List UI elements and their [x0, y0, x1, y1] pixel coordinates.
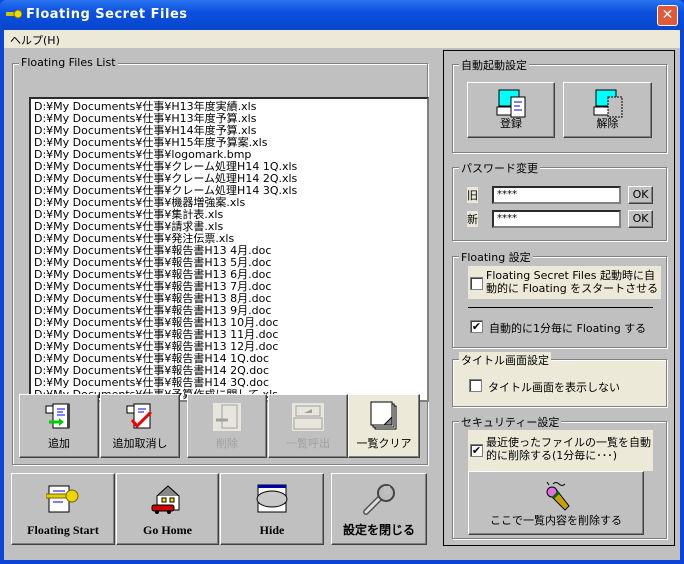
key-icon: [6, 9, 22, 19]
files-group: Floating Files List D:¥My Documents¥仕事¥H…: [12, 56, 429, 465]
list-clear-label: 一覧クリア: [356, 437, 412, 450]
pencil-eraser-icon: [546, 481, 570, 511]
new-password-field[interactable]: ****: [492, 210, 621, 228]
remove-file-icon: [213, 403, 241, 431]
unregister-button[interactable]: 解除: [563, 82, 652, 138]
file-key-icon: [46, 485, 79, 513]
start-on-launch-option[interactable]: Floating Secret Files 起動時に自動的に Floating …: [468, 266, 661, 299]
title-bar: Floating Secret Files ✕: [0, 0, 684, 30]
auto-delete-option[interactable]: ✔ 最近使ったファイルの一覧を自動的に削除する(1分毎に･･･): [468, 430, 653, 471]
window-title: Floating Secret Files: [26, 7, 188, 22]
new-password-ok-button[interactable]: OK: [628, 210, 653, 228]
hide-button[interactable]: Hide: [220, 473, 324, 545]
password-group: パスワード変更 旧 **** OK 新 **** OK: [452, 160, 667, 241]
auto-delete-checkbox[interactable]: ✔: [470, 444, 483, 457]
list-clear-button[interactable]: 一覧クリア: [348, 394, 420, 458]
password-group-label: パスワード変更: [459, 160, 540, 176]
hide-title-label: タイトル画面を表示しない: [488, 381, 620, 394]
list-call-label: 一覧呼出: [286, 437, 330, 450]
floating-start-label: Floating Start: [27, 523, 99, 537]
hide-title-checkbox[interactable]: [469, 379, 482, 392]
every-minute-checkbox[interactable]: ✔: [470, 320, 483, 333]
list-call-button[interactable]: 一覧呼出: [268, 394, 348, 458]
close-button[interactable]: ✕: [657, 5, 678, 26]
floating-group-label: Floating 設定: [459, 249, 533, 265]
menu-bar: ヘルプ(H): [4, 30, 680, 48]
menu-help[interactable]: ヘルプ(H): [10, 32, 60, 48]
security-group-label: セキュリティー設定: [459, 414, 562, 430]
autostart-group-label: 自動起動設定: [459, 57, 529, 73]
title-screen-group-label: タイトル画面設定: [459, 352, 551, 368]
client-area: Floating Files List D:¥My Documents¥仕事¥H…: [4, 48, 680, 560]
cloud-window-icon: [256, 484, 288, 513]
floating-group: Floating 設定 Floating Secret Files 起動時に自動…: [452, 249, 667, 348]
add-file-icon: [45, 403, 70, 429]
unregister-label: 解除: [596, 117, 619, 130]
close-settings-label: 設定を閉じる: [342, 523, 415, 537]
register-label: 登録: [500, 117, 522, 130]
old-password-field[interactable]: ****: [492, 186, 621, 204]
add-cancel-button[interactable]: 追加取消し: [100, 394, 180, 458]
hide-label: Hide: [259, 523, 285, 537]
security-group: セキュリティー設定 ✔ 最近使ったファイルの一覧を自動的に削除する(1分毎に･･…: [452, 414, 667, 539]
start-on-launch-checkbox[interactable]: [470, 277, 483, 290]
close-settings-button[interactable]: 設定を閉じる: [331, 473, 427, 545]
blank-pages-icon: [370, 401, 397, 430]
wrench-icon: [363, 484, 395, 515]
register-button[interactable]: 登録: [467, 82, 555, 138]
autostart-group: 自動起動設定 登録 解除: [452, 57, 667, 153]
title-screen-group: タイトル画面設定 タイトル画面を表示しない: [452, 352, 667, 407]
delete-now-label: ここで一覧内容を削除する: [490, 514, 622, 527]
every-minute-label: 自動的に1分毎に Floating する: [489, 322, 647, 335]
files-group-label: Floating Files List: [19, 56, 118, 69]
delete-now-button[interactable]: ここで一覧内容を削除する: [468, 471, 644, 535]
add-cancel-label: 追加取消し: [112, 437, 168, 450]
house-car-icon: [151, 485, 179, 514]
auto-delete-label: 最近使ったファイルの一覧を自動的に削除する(1分毎に･･･): [486, 436, 651, 462]
old-password-label: 旧: [467, 187, 478, 203]
delete-button[interactable]: 削除: [187, 394, 267, 458]
add-button[interactable]: 追加: [19, 394, 99, 458]
divider: [468, 307, 653, 308]
load-list-icon: [292, 403, 324, 431]
check-file-icon: [126, 403, 153, 429]
delete-label: 削除: [216, 437, 238, 450]
new-password-label: 新: [467, 211, 478, 227]
old-password-ok-button[interactable]: OK: [628, 186, 653, 204]
go-home-button[interactable]: Go Home: [116, 473, 219, 545]
files-listbox[interactable]: D:¥My Documents¥仕事¥H13年度実績.xls D:¥My Docu…: [29, 97, 429, 402]
add-label: 追加: [48, 437, 70, 450]
floating-start-button[interactable]: Floating Start: [11, 473, 115, 545]
settings-panel: 自動起動設定 登録 解除 パスワード変更 旧 **** OK 新 **** OK…: [443, 50, 675, 546]
start-on-launch-label: Floating Secret Files 起動時に自動的に Floating …: [486, 269, 659, 295]
go-home-label: Go Home: [143, 523, 192, 537]
